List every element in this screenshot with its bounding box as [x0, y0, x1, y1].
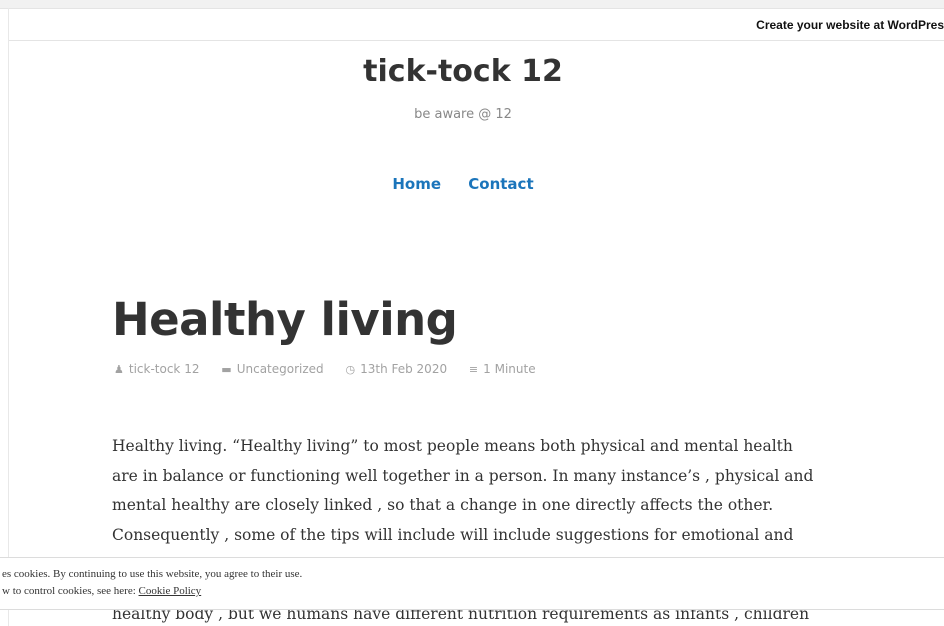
meta-category-text: Uncategorized: [236, 362, 324, 376]
site-title[interactable]: tick-tock 12: [0, 54, 926, 89]
meta-author[interactable]: ♟ tick-tock 12: [114, 362, 203, 376]
post-title[interactable]: Healthy living: [112, 293, 458, 346]
meta-category[interactable]: ▬ Uncategorized: [221, 362, 327, 376]
post-line: mental healthy are closely linked , so t…: [112, 496, 774, 514]
post-line: are in balance or functioning well toget…: [112, 466, 814, 485]
cookie-banner: es cookies. By continuing to use this we…: [0, 557, 944, 610]
clock-icon: ◷: [345, 363, 356, 376]
post-meta: ♟ tick-tock 12 ▬ Uncategorized ◷ 13th Feb 2…: [114, 362, 554, 376]
cookie-policy-link[interactable]: Cookie Policy: [139, 585, 202, 597]
cookie-control-text: w to control cookies, see here: Cookie P…: [2, 585, 201, 597]
meta-date-text: 13th Feb 2020: [360, 362, 448, 376]
nav-home[interactable]: Home: [392, 175, 441, 193]
meta-author-text: tick-tock 12: [128, 362, 200, 376]
cookie-control-prefix: w to control cookies, see here:: [2, 585, 139, 597]
main-navigation: Home Contact: [0, 175, 926, 193]
meta-reading-time-text: 1 Minute: [483, 362, 536, 376]
post-content: Healthy living. “Healthy living” to most…: [112, 432, 832, 550]
post-line: Consequently , some of the tips will inc…: [112, 525, 794, 544]
browser-top-strip: [0, 0, 944, 9]
person-icon: ♟: [114, 363, 124, 376]
site-tagline: be aware @ 12: [414, 107, 512, 122]
wordpress-banner: Create your website at WordPres: [9, 9, 944, 41]
post-line: Healthy living. “Healthy living” to most…: [112, 437, 793, 455]
folder-icon: ▬: [221, 363, 232, 376]
meta-reading-time: ≡ 1 Minute: [469, 362, 536, 376]
nav-contact[interactable]: Contact: [468, 175, 533, 193]
meta-date[interactable]: ◷ 13th Feb 2020: [345, 362, 450, 376]
cookie-notice-text: es cookies. By continuing to use this we…: [2, 568, 303, 580]
list-icon: ≡: [468, 363, 479, 376]
page-left-border: [8, 8, 9, 626]
create-website-link[interactable]: Create your website at WordPres: [756, 18, 944, 32]
